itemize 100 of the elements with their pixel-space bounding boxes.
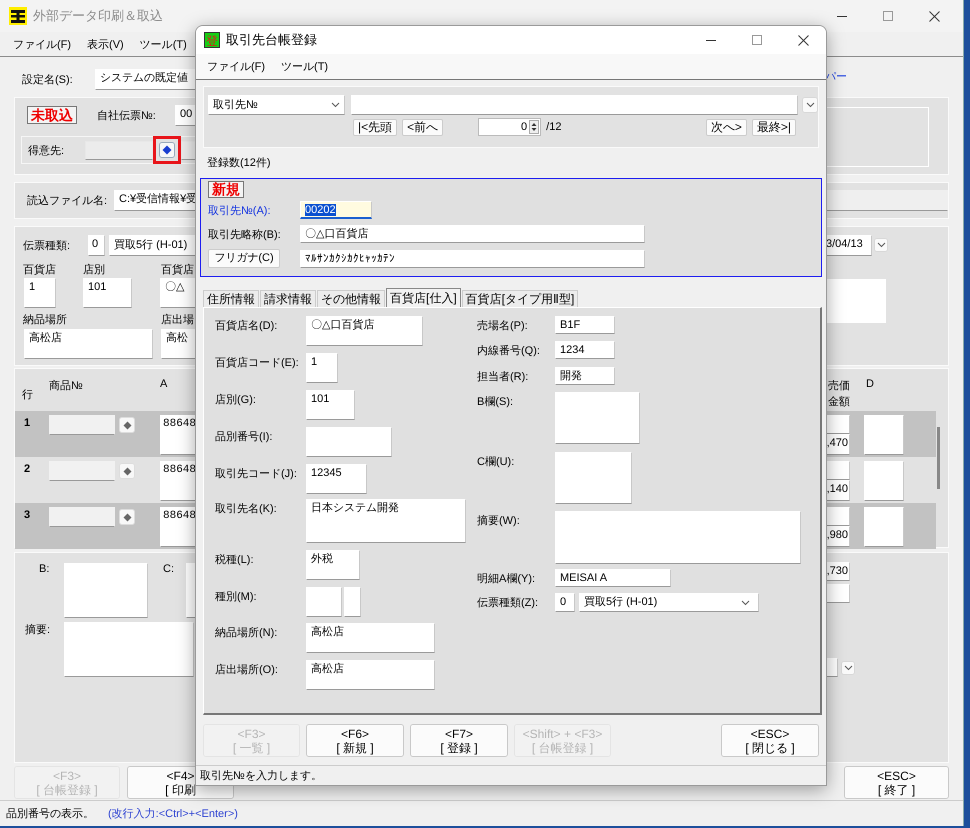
field-label: B欄(S): [477, 395, 514, 409]
record-total: /12 [546, 121, 562, 133]
text-field[interactable]: 101 [83, 278, 132, 308]
shortcut-hint: (改行入力:<Ctrl>+<Enter>) [108, 807, 238, 821]
text-field[interactable]: 3/04/13 [824, 234, 872, 256]
text-field[interactable]: 0 [555, 593, 575, 612]
text-field[interactable]: 0 [88, 234, 105, 256]
dropdown[interactable]: 買取5行 (H-01) [579, 593, 759, 612]
diamond-icon [122, 466, 132, 476]
function-button[interactable]: <F6> [ 新規 ] [306, 724, 404, 757]
text-field[interactable]: 高松店 [306, 660, 435, 690]
field-label: C欄(U): [477, 455, 516, 469]
nav-button[interactable]: <前へ [402, 118, 444, 136]
field-label: 取引先名(K): [215, 502, 278, 516]
field-label: 摘要(W): [477, 514, 521, 528]
window-title: 外部データ印刷＆取込 [33, 7, 163, 25]
field-label: 売場名(P): [477, 319, 529, 333]
dropdown-button[interactable] [841, 660, 855, 674]
field-label: 自社伝票№: [97, 108, 157, 122]
furigana-button[interactable]: フリガナ(C) [208, 249, 280, 268]
maximize-icon [752, 35, 762, 45]
dropdown[interactable]: 取引先№ [208, 95, 345, 115]
field-label: 内線番号(Q): [477, 344, 541, 358]
text-field[interactable] [85, 140, 153, 160]
function-button[interactable]: <ESC> [ 閉じる ] [721, 724, 819, 757]
function-button[interactable]: <F7> [ 登録 ] [410, 724, 508, 757]
text-field[interactable]: B1F [555, 316, 615, 334]
text-field[interactable]: 高松店 [306, 623, 435, 653]
text-field[interactable]: 101 [306, 390, 355, 420]
info-box [824, 279, 886, 323]
function-button[interactable]: <ESC> [ 終了 ] [844, 766, 949, 799]
text-field[interactable] [49, 461, 115, 481]
row-number: 1 [23, 416, 32, 429]
dropdown-value: 買取5行 (H-01) [584, 595, 658, 610]
close-icon [798, 34, 808, 46]
text-field[interactable]: MEISAI A [555, 569, 671, 587]
field-label: 納品場所 [23, 313, 67, 327]
dropdown-button[interactable] [802, 97, 818, 113]
text-field[interactable]: 日本システム開発 [306, 499, 466, 543]
dropdown-button[interactable] [874, 238, 888, 252]
field-label: 伝票種類: [23, 238, 72, 252]
text-field[interactable]: 〇△口百貨店 [300, 225, 645, 243]
menu-item[interactable]: 表示(V) [79, 36, 132, 52]
field-label: 伝票種類(Z): [477, 596, 540, 610]
text-field[interactable]: ﾏﾙｻﾝｶｸｼｶｸﾋｬｯｶﾃﾝ [300, 250, 645, 268]
field-label: 店別 [83, 262, 105, 277]
field-label: C: [163, 563, 175, 575]
text-field[interactable] [824, 190, 948, 211]
field-label: 税種(L): [215, 553, 254, 567]
nav-button[interactable]: |<先頭 [353, 118, 398, 136]
nav-button[interactable]: 最終>| [752, 118, 796, 136]
field-label: B: [39, 563, 50, 575]
status-badge: 新規 [208, 181, 244, 198]
caret-icon [741, 600, 750, 606]
column-header: D [866, 378, 874, 390]
menu-item[interactable]: ファイル(F) [5, 36, 80, 52]
text-field[interactable]: 開発 [555, 367, 615, 385]
text-field[interactable]: 〇△口百貨店 [306, 316, 423, 346]
field-label: 百貨店 [161, 262, 194, 277]
column-header: 売価 [828, 379, 850, 393]
field-label: 設定名(S): [22, 72, 74, 86]
tab[interactable]: 百貨店[仕入] [386, 288, 461, 307]
diamond-icon [162, 145, 172, 155]
menu-item[interactable]: ツール(T) [273, 59, 336, 74]
text-field[interactable]: 1 [306, 353, 338, 383]
text-field[interactable]: 高松店 [24, 329, 153, 359]
tab[interactable]: その他情報 [317, 290, 385, 307]
text-field[interactable]: 12345 [306, 464, 367, 494]
text-field[interactable] [49, 415, 115, 435]
nav-button[interactable]: 次へ> [706, 118, 747, 136]
text-field[interactable]: 1234 [555, 341, 615, 359]
status-text: 品別番号の表示。 [6, 806, 94, 821]
selected-text: 00202 [305, 204, 336, 216]
status-badge: 未取込 [27, 106, 77, 124]
field-label: 品別番号(I): [215, 430, 274, 444]
row-number: 2 [23, 462, 32, 475]
field-label: 百貨店 [23, 262, 56, 277]
field-label: 店別(G): [215, 392, 257, 407]
tab[interactable]: 住所情報 [203, 290, 259, 307]
field-label: 読込ファイル名: [27, 194, 108, 208]
diamond-icon [122, 512, 132, 522]
lookup-button[interactable] [159, 142, 175, 158]
spinner-field[interactable]: 0 [478, 118, 542, 136]
caret-icon [844, 664, 852, 670]
maximize-icon [883, 11, 893, 21]
text-field[interactable]: 外税 [306, 550, 360, 580]
text-field[interactable]: 00202 [300, 201, 372, 219]
search-field[interactable] [351, 95, 798, 115]
field-label: 店出場 [161, 312, 194, 327]
menu-item[interactable]: ツール(T) [132, 36, 195, 52]
tab[interactable]: 請求情報 [260, 290, 316, 307]
field-label: 納品場所(N): [215, 626, 278, 640]
tab[interactable]: 百貨店[タイプ用Ⅱ型] [462, 290, 578, 307]
spinner-value: 0 [521, 120, 528, 134]
caret-icon [806, 102, 814, 108]
text-field[interactable]: 1 [24, 278, 56, 308]
field-label: 担当者(R): [477, 370, 530, 384]
caret-icon [331, 102, 340, 108]
scrollbar [937, 427, 940, 489]
text-field[interactable] [49, 507, 115, 527]
